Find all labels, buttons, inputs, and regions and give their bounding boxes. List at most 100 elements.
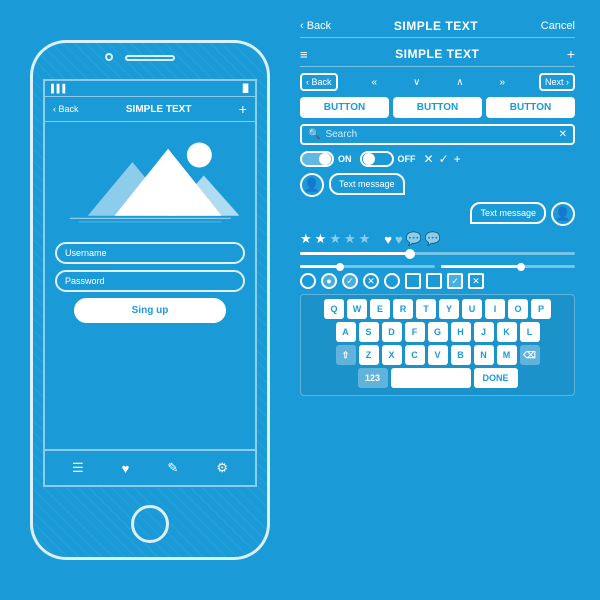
chat-row-incoming: 👤 Text message <box>300 202 575 226</box>
signal-icon: ▌▌▌ <box>51 84 68 93</box>
mini-slider-2[interactable] <box>441 260 576 268</box>
key-p[interactable]: P <box>531 299 551 319</box>
panel-back-button[interactable]: ‹ Back <box>300 20 331 32</box>
home-button[interactable] <box>131 505 169 543</box>
panel-plus-button[interactable]: + <box>567 46 575 62</box>
key-i[interactable]: I <box>485 299 505 319</box>
key-space[interactable] <box>391 368 471 388</box>
phone-back-button[interactable]: ‹ Back <box>53 104 79 114</box>
slider-thumb-1[interactable] <box>405 249 415 259</box>
key-a[interactable]: A <box>336 322 356 342</box>
star-4[interactable]: ★ <box>344 231 356 247</box>
mountains-svg <box>61 130 240 230</box>
search-clear-icon[interactable]: ✕ <box>559 129 567 140</box>
heart-filled[interactable]: ♥ <box>384 232 392 247</box>
key-s[interactable]: S <box>359 322 379 342</box>
toggle-on-label: ON <box>338 154 352 164</box>
double-left-icon[interactable]: « <box>371 77 377 88</box>
star-2[interactable]: ★ <box>315 231 327 247</box>
key-b[interactable]: B <box>451 345 471 365</box>
checkbox-checked-circle[interactable]: ✓ <box>342 273 358 289</box>
button-row: BUTTON BUTTON BUTTON <box>300 97 575 118</box>
username-field[interactable]: Username <box>55 242 245 264</box>
key-backspace[interactable]: ⌫ <box>520 345 540 365</box>
add-icon[interactable]: + <box>454 152 461 166</box>
nav-heart-icon[interactable]: ♥ <box>122 461 130 476</box>
key-w[interactable]: W <box>347 299 367 319</box>
nav-settings-icon[interactable]: ⚙ <box>216 460 228 476</box>
rating-row: ★ ★ ★ ★ ★ ♥ ♥ 💬 💬 <box>300 231 575 247</box>
double-right-icon[interactable]: » <box>499 77 505 88</box>
mini-slider-1[interactable] <box>300 260 435 268</box>
toggle-knob-on <box>319 153 331 165</box>
key-u[interactable]: U <box>462 299 482 319</box>
key-k[interactable]: K <box>497 322 517 342</box>
radio-unchecked-1[interactable] <box>300 273 316 289</box>
key-123[interactable]: 123 <box>358 368 388 388</box>
mini-thumb-2[interactable] <box>517 263 525 271</box>
panel-cancel-button[interactable]: Cancel <box>541 20 575 32</box>
key-t[interactable]: T <box>416 299 436 319</box>
password-field[interactable]: Password <box>55 270 245 292</box>
key-v[interactable]: V <box>428 345 448 365</box>
toggle-on[interactable] <box>300 151 334 167</box>
heart-empty[interactable]: ♥ <box>395 232 403 247</box>
square-checkbox-x[interactable]: ✕ <box>468 273 484 289</box>
phone-add-button[interactable]: + <box>239 101 247 117</box>
phone-screen: ▌▌▌ ▉ ‹ Back SIMPLE TEXT + <box>43 79 257 487</box>
key-done[interactable]: DONE <box>474 368 518 388</box>
speech-bubble-icon[interactable]: 💬 <box>406 231 422 247</box>
speech-bubble-2-icon[interactable]: 💬 <box>425 231 441 247</box>
key-z[interactable]: Z <box>359 345 379 365</box>
chevron-up-icon[interactable]: ∧ <box>456 77 463 88</box>
nav-edit-icon[interactable]: ✎ <box>167 460 178 476</box>
key-r[interactable]: R <box>393 299 413 319</box>
action-icons-group: ✕ ✓ + <box>424 152 461 166</box>
square-checkbox-empty-2[interactable] <box>426 273 442 289</box>
toggle-off-label: OFF <box>398 154 416 164</box>
search-bar[interactable]: 🔍 Search ✕ <box>300 124 575 145</box>
radio-checked[interactable]: ● <box>321 273 337 289</box>
nav-bar-row2: ≡ SIMPLE TEXT + <box>300 42 575 67</box>
key-c[interactable]: C <box>405 345 425 365</box>
button-2[interactable]: BUTTON <box>393 97 482 118</box>
mini-track-2 <box>441 265 576 268</box>
key-l[interactable]: L <box>520 322 540 342</box>
checkbox-x[interactable]: ✕ <box>363 273 379 289</box>
check-icon[interactable]: ✓ <box>439 152 449 166</box>
keyboard-row-1: Q W E R T Y U I O P <box>305 299 570 319</box>
cross-icon[interactable]: ✕ <box>424 152 434 166</box>
key-shift[interactable]: ⇧ <box>336 345 356 365</box>
keyboard-row-2: A S D F G H J K L <box>305 322 570 342</box>
key-e[interactable]: E <box>370 299 390 319</box>
key-f[interactable]: F <box>405 322 425 342</box>
hamburger-icon[interactable]: ≡ <box>300 47 308 62</box>
back-nav-button[interactable]: ‹ Back <box>300 73 338 91</box>
next-nav-button[interactable]: Next › <box>539 73 575 91</box>
mini-thumb-1[interactable] <box>336 263 344 271</box>
key-n[interactable]: N <box>474 345 494 365</box>
toggle-off[interactable] <box>360 151 394 167</box>
key-g[interactable]: G <box>428 322 448 342</box>
mini-track-1 <box>300 265 435 268</box>
key-d[interactable]: D <box>382 322 402 342</box>
key-h[interactable]: H <box>451 322 471 342</box>
nav-menu-icon[interactable]: ☰ <box>72 460 84 476</box>
star-1[interactable]: ★ <box>300 231 312 247</box>
square-checkbox-checked[interactable]: ✓ <box>447 273 463 289</box>
radio-unchecked-2[interactable] <box>384 273 400 289</box>
key-x[interactable]: X <box>382 345 402 365</box>
key-q[interactable]: Q <box>324 299 344 319</box>
chevron-down-icon[interactable]: ∨ <box>413 77 420 88</box>
key-o[interactable]: O <box>508 299 528 319</box>
button-1[interactable]: BUTTON <box>300 97 389 118</box>
button-3[interactable]: BUTTON <box>486 97 575 118</box>
signup-button[interactable]: Sing up <box>74 298 226 323</box>
key-j[interactable]: J <box>474 322 494 342</box>
key-m[interactable]: M <box>497 345 517 365</box>
star-5[interactable]: ★ <box>359 231 371 247</box>
square-checkbox-empty[interactable] <box>405 273 421 289</box>
star-3[interactable]: ★ <box>329 231 341 247</box>
key-y[interactable]: Y <box>439 299 459 319</box>
slider-1[interactable] <box>300 252 575 255</box>
